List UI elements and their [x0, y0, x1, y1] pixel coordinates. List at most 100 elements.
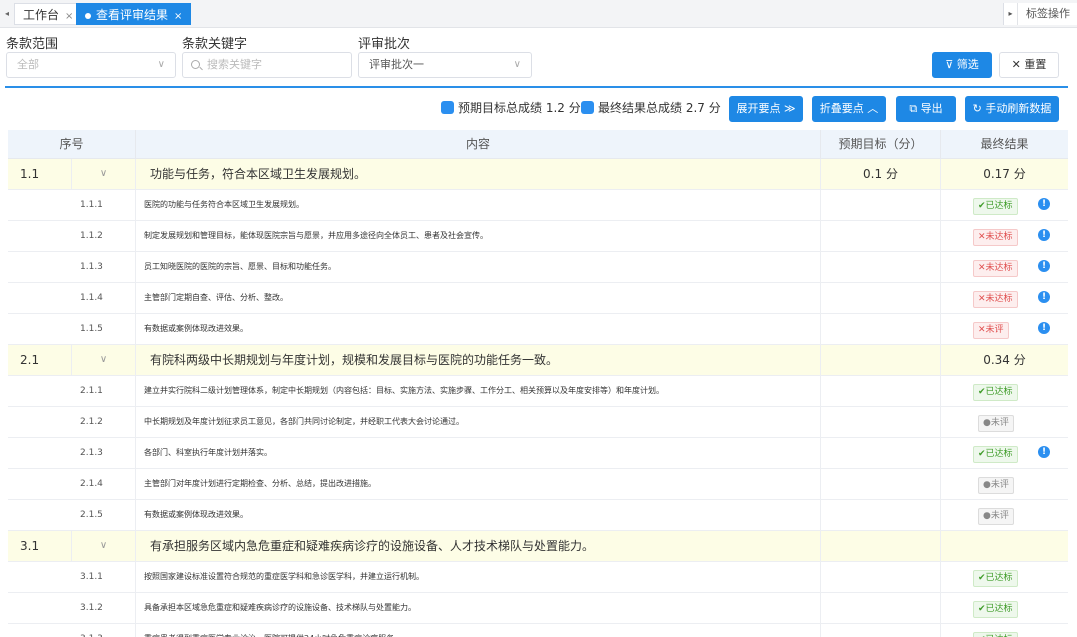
row-content: 医院的功能与任务符合本区域卫生发展规划。	[136, 190, 821, 220]
row-final: 0.34 分	[983, 353, 1026, 367]
keyword-placeholder: 搜索关键字	[207, 58, 262, 71]
filter-icon: ⊽	[945, 58, 957, 71]
expand-button-label: 展开要点	[736, 102, 781, 115]
row-content: 主管部门对年度计划进行定期检查、分析、总结，提出改进措施。	[136, 469, 821, 499]
chevron-down-icon[interactable]: ∨	[72, 345, 136, 375]
batch-select[interactable]: 评审批次一 ∨	[358, 52, 532, 78]
row-target	[821, 407, 941, 437]
row-code: 2.1.4	[8, 469, 136, 499]
keyword-label: 条款关键字	[182, 37, 248, 52]
scope-select[interactable]: 全部 ∨	[6, 52, 176, 78]
status-badge: ✕未达标	[973, 229, 1018, 246]
status-badge: ●未评	[978, 508, 1014, 525]
row-code: 3.1.2	[8, 593, 136, 623]
table-row: 2.1.5 有数据或案例体现改进效果。 ●未评	[8, 500, 1068, 531]
row-content: 建立并实行院科二级计划管理体系，制定中长期规划（内容包括：目标、实施方法、实施步…	[136, 376, 821, 406]
scope-label: 条款范围	[6, 37, 59, 52]
row-code: 1.1.3	[8, 252, 136, 282]
chevron-down-icon[interactable]: ∨	[72, 531, 136, 561]
table-row: 2.1.4 主管部门对年度计划进行定期检查、分析、总结，提出改进措施。 ●未评	[8, 469, 1068, 500]
status-badge: ✔已达标	[973, 601, 1018, 618]
double-chevron-down-icon: ≫	[780, 102, 796, 115]
table-row: 1.1.4 主管部门定期自查、评估、分析、整改。 ✕未达标!	[8, 283, 1068, 314]
chevron-down-icon: ∨	[157, 59, 165, 70]
info-icon[interactable]: !	[1038, 446, 1050, 458]
table-row: 2.1.3 各部门、科室执行年度计划并落实。 ✔已达标!	[8, 438, 1068, 469]
row-code: 1.1.5	[8, 314, 136, 344]
row-code: 3.1.1	[8, 562, 136, 592]
row-code: 2.1.1	[8, 376, 136, 406]
collapse-points-button[interactable]: 折叠要点 ︿	[812, 96, 886, 122]
status-badge: ✕未评	[973, 322, 1009, 339]
row-content: 按照国家建设标准设置符合规范的重症医学科和急诊医学科，并建立运行机制。	[136, 562, 821, 592]
column-header-target: 预期目标（分）	[821, 130, 941, 159]
filter-button[interactable]: ⊽ 筛选	[932, 52, 992, 78]
status-badge: ●未评	[978, 415, 1014, 432]
group-row[interactable]: 1.1 ∨ 功能与任务，符合本区域卫生发展规划。 0.1 分 0.17 分	[8, 159, 1068, 190]
reset-button[interactable]: ✕ 重置	[999, 52, 1059, 78]
info-icon[interactable]: !	[1038, 229, 1050, 241]
row-target	[821, 252, 941, 282]
chevron-down-icon[interactable]: ∨	[72, 159, 136, 189]
row-content: 有数据或案例体现改进效果。	[136, 500, 821, 530]
row-code: 2.1.5	[8, 500, 136, 530]
tab-label: 查看评审结果	[96, 8, 169, 22]
row-code: 2.1.3	[8, 438, 136, 468]
row-code: 1.1	[8, 159, 72, 189]
keyword-input[interactable]: 搜索关键字	[182, 52, 352, 78]
info-icon[interactable]: !	[1038, 260, 1050, 272]
double-chevron-up-icon: ︿	[863, 102, 879, 115]
batch-label: 评审批次	[358, 37, 411, 52]
export-button[interactable]: ⧉ 导出	[896, 96, 956, 122]
row-code: 3.1	[8, 531, 72, 561]
row-target	[821, 314, 941, 344]
row-content: 有承担服务区域内急危重症和疑难疾病诊疗的设施设备、人才技术梯队与处置能力。	[136, 531, 821, 561]
tab-scroll-right-icon[interactable]: ▸	[1004, 3, 1018, 25]
table-row: 3.1.3重症患者得到重症医学专业诊治，医院可提供24小时急危重症诊疗服务。 ✔已…	[8, 624, 1068, 637]
row-code: 1.1.2	[8, 221, 136, 251]
expand-points-button[interactable]: 展开要点 ≫	[729, 96, 803, 122]
status-badge: ✕未达标	[973, 291, 1018, 308]
row-content: 具备承担本区域急危重症和疑难疾病诊疗的设施设备、技术梯队与处置能力。	[136, 593, 821, 623]
row-code: 2.1.2	[8, 407, 136, 437]
tab-label: 工作台	[23, 8, 60, 22]
info-icon[interactable]: !	[1038, 198, 1050, 210]
row-target	[821, 562, 941, 592]
tab-ops-button[interactable]: ▸ 标签操作	[1003, 3, 1077, 25]
info-icon[interactable]: !	[1038, 291, 1050, 303]
search-icon	[191, 60, 200, 69]
row-code: 3.1.3	[8, 624, 136, 637]
row-code: 1.1.1	[8, 190, 136, 220]
export-button-label: 导出	[920, 102, 943, 115]
row-target	[821, 593, 941, 623]
table-header: 序号 内容 预期目标（分） 最终结果	[8, 130, 1068, 159]
group-row[interactable]: 2.1 ∨ 有院科两级中长期规划与年度计划，规模和发展目标与医院的功能任务一致。 0.…	[8, 345, 1068, 376]
close-icon[interactable]: ×	[174, 11, 182, 22]
tab-scroll-left-icon[interactable]: ◂	[0, 4, 14, 24]
column-header-index: 序号	[8, 130, 136, 159]
tab-review-results[interactable]: 查看评审结果 ×	[76, 3, 192, 25]
close-icon[interactable]: ×	[65, 11, 73, 22]
refresh-button[interactable]: ↻ 手动刷新数据	[965, 96, 1059, 122]
table-row: 1.1.2 制定发展规划和管理目标，能体现医院宗旨与愿景，并应用多途径向全体员工、…	[8, 221, 1068, 252]
row-content: 主管部门定期自查、评估、分析、整改。	[136, 283, 821, 313]
row-content: 重症患者得到重症医学专业诊治，医院可提供24小时急危重症诊疗服务。	[136, 624, 821, 637]
row-content: 功能与任务，符合本区域卫生发展规划。	[136, 159, 821, 189]
table-row: 2.1.1 建立并实行院科二级计划管理体系，制定中长期规划（内容包括：目标、实施方…	[8, 376, 1068, 407]
collapse-button-label: 折叠要点	[819, 102, 864, 115]
row-content: 中长期规划及年度计划征求员工意见，各部门共同讨论制定，并经职工代表大会讨论通过。	[136, 407, 821, 437]
status-badge: ✔已达标	[973, 198, 1018, 215]
tab-ops-label: 标签操作	[1026, 7, 1070, 20]
final-legend-swatch	[581, 101, 594, 114]
row-final	[941, 531, 1068, 561]
info-icon[interactable]: !	[1038, 322, 1050, 334]
row-final: 0.17 分	[983, 167, 1026, 181]
row-content: 制定发展规划和管理目标，能体现医院宗旨与愿景，并应用多途径向全体员工、患者及社会…	[136, 221, 821, 251]
active-dot-icon	[85, 12, 91, 19]
table-row: 3.1.1 按照国家建设标准设置符合规范的重症医学科和急诊医学科，并建立运行机制。…	[8, 562, 1068, 593]
row-target: 0.1 分	[821, 159, 941, 189]
status-badge: ✔已达标	[973, 384, 1018, 401]
tab-workbench[interactable]: 工作台 ×	[14, 3, 83, 25]
group-row[interactable]: 3.1 ∨ 有承担服务区域内急危重症和疑难疾病诊疗的设施设备、人才技术梯队与处置能力…	[8, 531, 1068, 562]
scope-value: 全部	[17, 58, 39, 71]
